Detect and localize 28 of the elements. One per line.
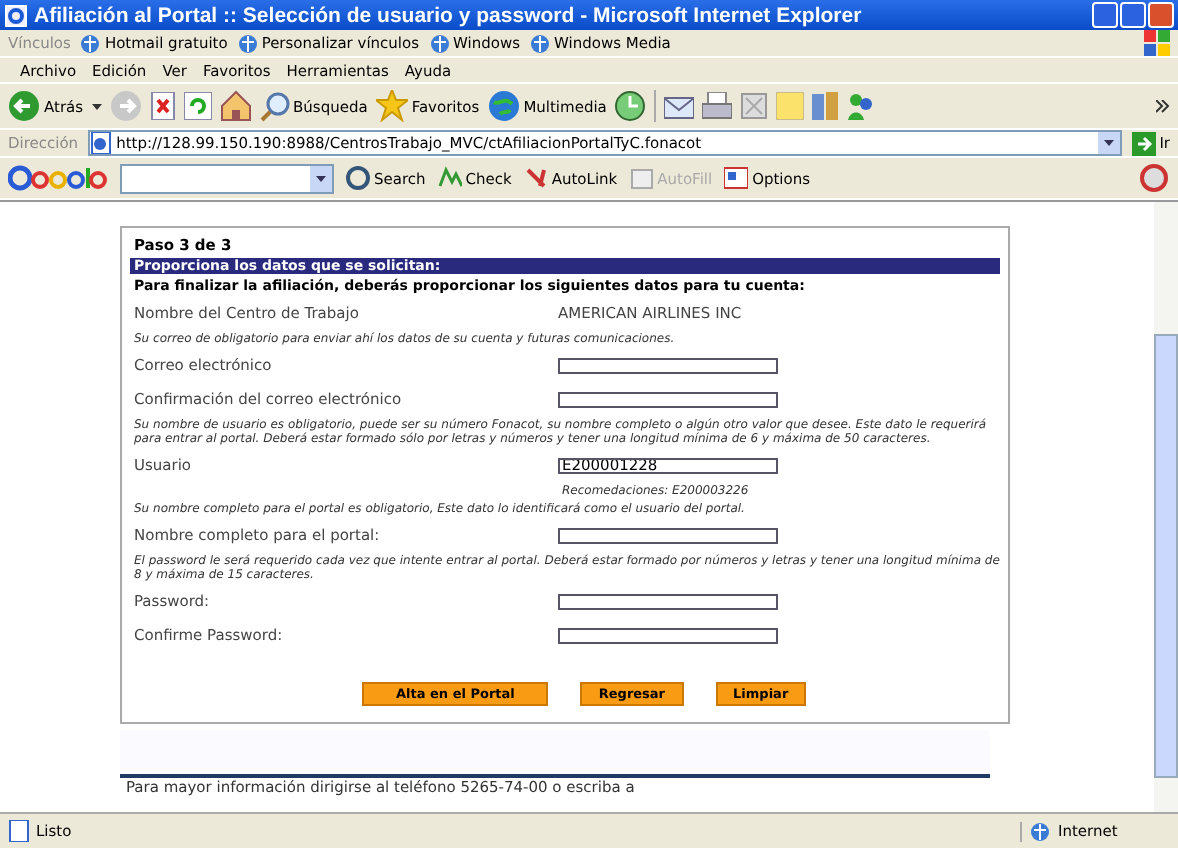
input-field[interactable] xyxy=(558,391,778,407)
input-field[interactable] xyxy=(558,593,778,609)
chevron-icon[interactable] xyxy=(1156,99,1170,113)
scrollbar[interactable] xyxy=(1154,202,1178,812)
search-icon xyxy=(259,91,290,121)
window-title: Afiliación al Portal :: Selección de usuario y password - Microsoft Internet Explorer xyxy=(34,3,864,27)
globe-icon xyxy=(487,90,520,122)
search-icon xyxy=(346,166,370,190)
printer-icon[interactable] xyxy=(702,92,733,120)
home-icon[interactable] xyxy=(219,90,252,122)
mail-icon[interactable] xyxy=(664,92,695,120)
refresh-icon[interactable] xyxy=(183,92,212,120)
minimize-button[interactable] xyxy=(1092,2,1118,28)
globe-icon xyxy=(1030,821,1050,841)
search-field[interactable] xyxy=(120,163,334,193)
windows-logo-icon xyxy=(1144,30,1170,56)
input-field[interactable] xyxy=(558,627,778,643)
close-button[interactable] xyxy=(1148,2,1174,28)
maximize-button[interactable] xyxy=(1120,2,1146,28)
messenger-icon[interactable] xyxy=(846,92,877,120)
input-field[interactable] xyxy=(558,357,778,373)
input-field[interactable] xyxy=(558,527,778,543)
browser-icon xyxy=(4,3,28,27)
stop-icon[interactable] xyxy=(149,92,176,120)
star-icon xyxy=(375,90,408,122)
dropdown-caret-icon[interactable] xyxy=(91,103,102,109)
history-icon[interactable] xyxy=(614,90,647,122)
scrollbar-thumb[interactable] xyxy=(1154,334,1178,778)
